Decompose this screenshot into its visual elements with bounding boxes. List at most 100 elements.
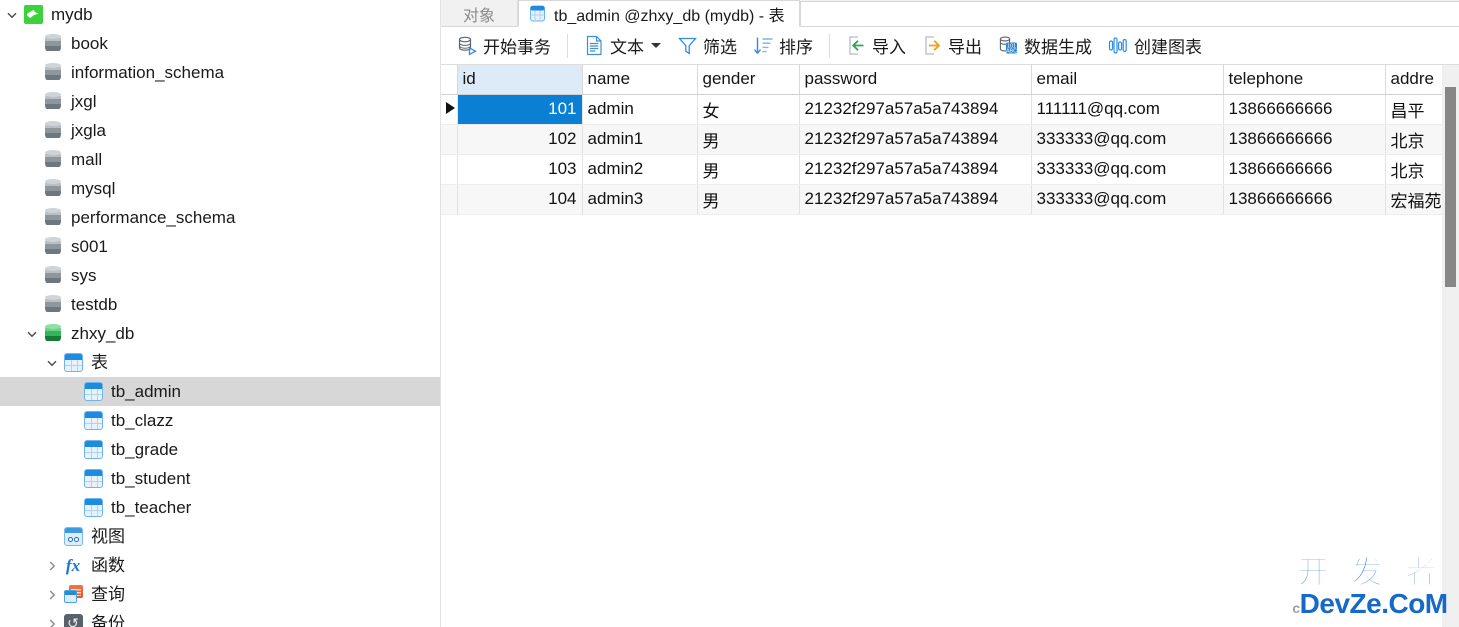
cell-password[interactable]: 21232f297a57a5a743894	[799, 154, 1032, 185]
chevron-down-icon[interactable]	[42, 348, 62, 377]
tree-item-jxgl[interactable]: jxgl	[0, 87, 440, 116]
cell-email[interactable]: 333333@qq.com	[1031, 184, 1224, 215]
cell-id[interactable]: 103	[457, 154, 583, 185]
cell-telephone[interactable]: 13866666666	[1223, 124, 1386, 155]
chevron-right-icon[interactable]	[42, 580, 62, 609]
tree-item-sys[interactable]: sys	[0, 261, 440, 290]
cell-password[interactable]: 21232f297a57a5a743894	[799, 184, 1032, 215]
tree-item-tb_admin[interactable]: tb_admin	[0, 377, 440, 406]
tree-item-label: 备份	[91, 613, 125, 627]
table-row[interactable]: 104 admin3 男 21232f297a57a5a743894 333333@qq…	[441, 184, 1442, 215]
tree-item-testdb[interactable]: testdb	[0, 290, 440, 319]
import-button[interactable]: 导入	[838, 31, 914, 61]
cell-id[interactable]: 102	[457, 124, 583, 155]
cell-addre[interactable]: 北京	[1385, 124, 1442, 155]
tree-item-[interactable]: 视图	[0, 522, 440, 551]
column-header-email[interactable]: email	[1031, 65, 1224, 95]
tab-strip[interactable]: 对象 tb_admin @zhxy_db (mydb) - 表	[441, 0, 1459, 27]
cell-name[interactable]: admin	[582, 94, 698, 125]
cell-gender[interactable]: 女	[697, 94, 800, 125]
row-header[interactable]	[441, 154, 458, 185]
tree-item-tb_student[interactable]: tb_student	[0, 464, 440, 493]
nav icat-main-window: mydb book information_schema jxgl jxgla mall m…	[0, 0, 1459, 627]
tree-item-book[interactable]: book	[0, 29, 440, 58]
tree-item-information_schema[interactable]: information_schema	[0, 58, 440, 87]
create-chart-button[interactable]: 创建图表	[1100, 31, 1210, 61]
column-header-id[interactable]: id	[457, 65, 583, 95]
cell-name[interactable]: admin3	[582, 184, 698, 215]
tree-item-zhxy_db[interactable]: zhxy_db	[0, 319, 440, 348]
tree-item-[interactable]: 备份	[0, 609, 440, 627]
cell-telephone[interactable]: 13866666666	[1223, 184, 1386, 215]
table-row[interactable]: 101 admin 女 21232f297a57a5a743894 111111@qq.…	[441, 94, 1442, 125]
cell-addre[interactable]: 北京	[1385, 154, 1442, 185]
cell-name[interactable]: admin2	[582, 154, 698, 185]
cell-telephone[interactable]: 13866666666	[1223, 94, 1386, 125]
tree-item-[interactable]: 查询	[0, 580, 440, 609]
cell-id[interactable]: 101	[457, 94, 583, 125]
vertical-scrollbar[interactable]	[1442, 65, 1459, 627]
cell-gender[interactable]: 男	[697, 154, 800, 185]
column-header-gender[interactable]: gender	[697, 65, 800, 95]
column-header-telephone[interactable]: telephone	[1223, 65, 1386, 95]
cell-telephone[interactable]: 13866666666	[1223, 154, 1386, 185]
cell-addre[interactable]: 昌平	[1385, 94, 1442, 125]
cell-gender[interactable]: 男	[697, 124, 800, 155]
tab-objects[interactable]: 对象	[441, 0, 519, 27]
tree-item-jxgla[interactable]: jxgla	[0, 116, 440, 145]
object-tree-sidebar[interactable]: mydb book information_schema jxgl jxgla mall m…	[0, 0, 441, 627]
data-grid[interactable]: id name gender password email telephone addre …	[441, 65, 1442, 215]
cell-password[interactable]: 21232f297a57a5a743894	[799, 94, 1032, 125]
cell-addre[interactable]: 宏福苑	[1385, 184, 1442, 215]
begin-transaction-button[interactable]: 开始事务	[449, 31, 559, 61]
cell-gender[interactable]: 男	[697, 184, 800, 215]
cell-email[interactable]: 333333@qq.com	[1031, 124, 1224, 155]
cell-id[interactable]: 104	[457, 184, 583, 215]
column-header-addre[interactable]: addre	[1385, 65, 1442, 95]
tree-item-s001[interactable]: s001	[0, 232, 440, 261]
export-button[interactable]: 导出	[914, 31, 990, 61]
tree-item-tb_teacher[interactable]: tb_teacher	[0, 493, 440, 522]
sort-button[interactable]: 排序	[745, 31, 821, 61]
tree-item-mysql[interactable]: mysql	[0, 174, 440, 203]
tab-table-label: tb_admin @zhxy_db (mydb) - 表	[554, 7, 785, 25]
column-header-password[interactable]: password	[799, 65, 1032, 95]
text-button[interactable]: 文本	[576, 31, 669, 61]
chevron-right-icon[interactable]	[42, 609, 62, 627]
tree-item-performance_schema[interactable]: performance_schema	[0, 203, 440, 232]
table-row[interactable]: 102 admin1 男 21232f297a57a5a743894 333333@qq…	[441, 124, 1442, 155]
data-generation-button[interactable]: 101 ABC 数据生成	[990, 31, 1100, 61]
chevron-down-icon[interactable]	[2, 0, 22, 29]
tree-item-tb_grade[interactable]: tb_grade	[0, 435, 440, 464]
row-header[interactable]	[441, 184, 458, 215]
cell-email[interactable]: 111111@qq.com	[1031, 94, 1224, 125]
table-row[interactable]: 103 admin2 男 21232f297a57a5a743894 333333@qq…	[441, 154, 1442, 185]
tree-item-[interactable]: fx 函数	[0, 551, 440, 580]
chevron-down-icon[interactable]	[22, 319, 42, 348]
chevron-down-icon[interactable]	[651, 43, 661, 48]
grid-toolbar[interactable]: 开始事务 文本 筛选 排序 导入 导出 101 ABC 数据生成 创建图表	[441, 27, 1459, 65]
row-header-corner	[441, 65, 458, 95]
tree-item-[interactable]: 表	[0, 348, 440, 377]
tree-item-tb_clazz[interactable]: tb_clazz	[0, 406, 440, 435]
vertical-scrollbar-thumb[interactable]	[1445, 87, 1456, 287]
column-header-name[interactable]: name	[582, 65, 698, 95]
current-row-marker-icon	[446, 102, 455, 114]
row-header[interactable]	[441, 124, 458, 155]
filter-button[interactable]: 筛选	[669, 31, 745, 61]
tree-item-mydb[interactable]: mydb	[0, 0, 440, 29]
cell-email[interactable]: 333333@qq.com	[1031, 154, 1224, 185]
chevron-right-icon[interactable]	[42, 551, 62, 580]
row-header[interactable]	[441, 94, 458, 125]
tab-table-tb-admin[interactable]: tb_admin @zhxy_db (mydb) - 表	[518, 0, 800, 27]
data-grid-scroll[interactable]: id name gender password email telephone addre …	[441, 65, 1442, 627]
tree-item-mall[interactable]: mall	[0, 145, 440, 174]
cell-name[interactable]: admin1	[582, 124, 698, 155]
cell-password[interactable]: 21232f297a57a5a743894	[799, 124, 1032, 155]
